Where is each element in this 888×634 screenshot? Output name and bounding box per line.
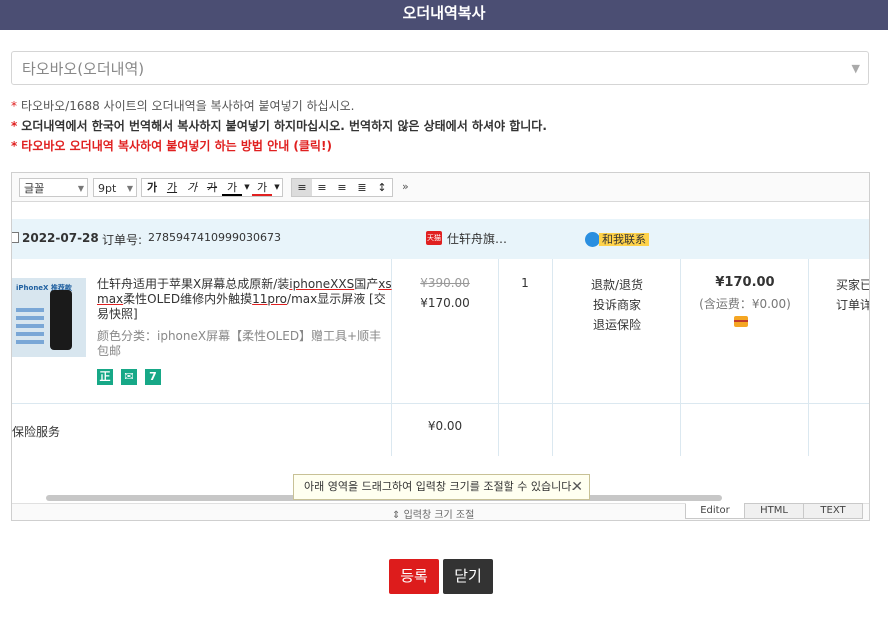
buyer-status: 买家已 订单详 <box>836 275 869 315</box>
font-size-value: 9pt <box>98 182 117 195</box>
order-number-label: 订单号: <box>102 233 143 247</box>
original-price: ¥390.00 <box>420 276 470 290</box>
font-family-value: 글꼴 <box>24 182 45 195</box>
product-badges: 正 ✉ 7 <box>97 369 161 385</box>
product-thumbnail[interactable]: iPhoneX 推荐款 <box>12 278 86 357</box>
complaint-link[interactable]: 投诉商家 <box>553 295 681 315</box>
contact-label[interactable]: 和我联系 <box>599 233 649 246</box>
genuine-badge-icon: 正 <box>97 369 113 385</box>
product-title-part: 柔性OLED维修内外触摸 <box>123 292 253 306</box>
shop-name[interactable]: 仕轩舟旗… <box>447 230 507 247</box>
order-detail-link[interactable]: 订单详 <box>836 295 869 315</box>
product-title-part: 仕轩舟适用于苹果X屏幕总成原新/装 <box>97 277 290 291</box>
invoice-badge-icon: ✉ <box>121 369 137 385</box>
unit-price: ¥170.00 <box>420 296 470 310</box>
order-date: 2022-07-28 <box>22 231 99 245</box>
caret-down-icon: ▼ <box>77 184 84 193</box>
resize-tooltip: 아래 영역을 드래그하여 입력창 크기를 조절할 수 있습니다. ✕ <box>293 474 590 500</box>
alignment-group: ≡ ≡ ≡ ≣ ↕ <box>291 178 393 197</box>
order-item-row: iPhoneX 推荐款 仕轩舟适用于苹果X屏幕总成原新/装iphoneXXS国产… <box>12 259 869 456</box>
close-button[interactable]: 닫기 <box>443 559 493 594</box>
source-select[interactable]: 타오바오(오더내역) ▼ <box>11 51 869 85</box>
guide-link-text[interactable]: 타오바오 오더내역 복사하여 붙여넣기 하는 방법 안내 (클릭!) <box>21 139 332 153</box>
row-divider <box>12 403 869 404</box>
line-height-icon[interactable]: ↕ <box>372 179 392 196</box>
resize-label: ⇕ 입력창 크기 조절 <box>392 510 475 521</box>
align-center-icon[interactable]: ≡ <box>312 179 332 196</box>
guide-link[interactable]: * 타오바오 오더내역 복사하여 붙여넣기 하는 방법 안내 (클릭!) <box>11 136 547 156</box>
credit-card-icon <box>734 316 748 327</box>
total-price: ¥170.00 <box>715 275 775 290</box>
order-number: 2785947410999030673 <box>148 231 281 244</box>
editor-toolbar: 글꼴 ▼ 9pt ▼ 가 가 가 가 가 ▼ 가 ▼ ≡ ≡ ≡ ≣ ↕ » <box>12 173 869 202</box>
note-2: * 오더내역에서 한국어 번역해서 복사하지 붙여넣기 하지마십시오. 번역하지 … <box>11 116 547 136</box>
product-title[interactable]: 仕轩舟适用于苹果X屏幕总成原新/装iphoneXXS国产xs max柔性OLED… <box>97 277 392 322</box>
product-title-part: 11pro <box>252 292 288 306</box>
caret-down-icon[interactable]: ▼ <box>272 179 282 196</box>
caret-down-icon: ▼ <box>126 184 133 193</box>
align-left-icon[interactable]: ≡ <box>292 179 312 196</box>
insurance-label: 保险服务 <box>12 425 61 439</box>
more-tools-icon[interactable]: » <box>402 180 409 193</box>
order-checkbox[interactable] <box>12 232 19 243</box>
editor-mode-tabs: Editor HTML TEXT <box>685 503 863 519</box>
after-sale-services: 退款/退货 投诉商家 退运保险 <box>553 275 681 335</box>
product-spec: 颜色分类：iphoneX屏幕【柔性OLED】赠工具+顺丰包邮 <box>97 329 382 358</box>
text-style-group: 가 가 가 가 가 ▼ 가 ▼ <box>141 178 283 197</box>
instruction-notes: * 타오바오/1688 사이트의 오더내역을 복사하여 붙여넣기 하십시오. * 오… <box>11 96 547 156</box>
insurance-value: ¥0.00 <box>427 419 463 433</box>
source-select-value: 타오바오(오더내역) <box>22 60 145 78</box>
font-size-select[interactable]: 9pt ▼ <box>93 178 137 197</box>
quantity: 1 <box>521 276 529 290</box>
close-icon[interactable]: ✕ <box>571 475 583 499</box>
align-right-icon[interactable]: ≡ <box>332 179 352 196</box>
rich-text-editor[interactable]: 글꼴 ▼ 9pt ▼ 가 가 가 가 가 ▼ 가 ▼ ≡ ≡ ≡ ≣ ↕ » 202… <box>11 172 870 521</box>
product-title-part: 国产 <box>354 277 379 291</box>
chat-icon <box>585 232 600 247</box>
note-1-text: 타오바오/1688 사이트의 오더내역을 복사하여 붙여넣기 하십시오. <box>21 99 355 113</box>
underline-button[interactable]: 가 <box>162 179 182 196</box>
thumbnail-graphic <box>16 308 44 348</box>
dialog-title: 오더내역복사 <box>0 0 888 30</box>
product-title-part: iphoneXXS <box>289 277 355 291</box>
shipping-fee: (含运费：¥0.00) <box>699 297 791 311</box>
return-insurance-link[interactable]: 退运保险 <box>553 315 681 335</box>
asterisk-icon: * <box>11 119 18 133</box>
order-header: 2022-07-28 订单号: 2785947410999030673 天猫 仕… <box>12 219 869 259</box>
seven-day-return-badge-icon: 7 <box>145 369 161 385</box>
refund-link[interactable]: 退款/退货 <box>553 275 681 295</box>
highlight-button[interactable]: 가 <box>252 179 272 196</box>
note-1: * 타오바오/1688 사이트의 오더내역을 복사하여 붙여넣기 하십시오. <box>11 96 547 116</box>
tab-editor[interactable]: Editor <box>685 503 745 519</box>
tmall-shop-icon: 天猫 <box>426 231 442 245</box>
font-family-select[interactable]: 글꼴 ▼ <box>19 178 88 197</box>
strikethrough-button[interactable]: 가 <box>202 179 222 196</box>
font-color-button[interactable]: 가 <box>222 179 242 196</box>
register-button[interactable]: 등록 <box>389 559 439 594</box>
align-justify-icon[interactable]: ≣ <box>352 179 372 196</box>
chevron-down-icon: ▼ <box>851 62 860 75</box>
editor-content[interactable]: 2022-07-28 订单号: 2785947410999030673 天猫 仕… <box>12 202 869 492</box>
note-2-text: 오더내역에서 한국어 번역해서 복사하지 붙여넣기 하지마십시오. 번역하지 않… <box>21 119 547 133</box>
italic-button[interactable]: 가 <box>182 179 202 196</box>
asterisk-icon: * <box>11 99 17 113</box>
resize-label-text: 입력창 크기 조절 <box>403 510 475 521</box>
phone-image-icon <box>50 290 72 350</box>
caret-down-icon[interactable]: ▼ <box>242 179 252 196</box>
asterisk-icon: * <box>11 139 18 153</box>
tab-text[interactable]: TEXT <box>803 503 863 519</box>
bold-button[interactable]: 가 <box>142 179 162 196</box>
buyer-status-line: 买家已 <box>836 278 869 292</box>
tooltip-text: 아래 영역을 드래그하여 입력창 크기를 조절할 수 있습니다. <box>304 480 575 493</box>
tab-html[interactable]: HTML <box>744 503 804 519</box>
